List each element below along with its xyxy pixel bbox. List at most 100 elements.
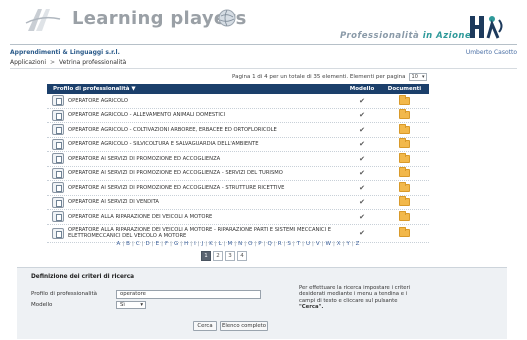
documents-cell	[380, 94, 429, 105]
alphabet-letter-o[interactable]: O	[248, 241, 252, 247]
alphabet-letter-d[interactable]: D	[146, 241, 150, 247]
alphabet-letter-u[interactable]: U	[306, 241, 310, 247]
documents-cell	[380, 210, 429, 221]
alphabet-separator: |	[292, 241, 295, 247]
profile-name[interactable]: OPERATORE AGRICOLO - COLTIVAZIONI ARBORE…	[68, 127, 344, 133]
profile-card-icon[interactable]	[52, 109, 64, 121]
page-button-2[interactable]: 2	[213, 251, 223, 261]
alphabet-letter-f[interactable]: F	[165, 241, 168, 247]
alphabet-letter-g[interactable]: G	[174, 241, 178, 247]
table-row[interactable]: OPERATORE ALLA RIPARAZIONE DEI VEICOLI A…	[47, 210, 429, 225]
model-check-icon: ✔	[359, 96, 365, 105]
profile-card-icon[interactable]	[52, 227, 64, 239]
alphabet-letter-m[interactable]: M	[228, 241, 233, 247]
alphabet-letter-b[interactable]: B	[126, 241, 130, 247]
alphabet-letter-h[interactable]: H	[184, 241, 188, 247]
documents-cell	[380, 227, 429, 237]
table-row[interactable]: OPERATORE AGRICOLO - ALLEVAMENTO ANIMALI…	[47, 109, 429, 123]
profile-name[interactable]: OPERATORE AI SERVIZI DI PROMOZIONE ED AC…	[68, 170, 344, 176]
folder-icon[interactable]	[399, 109, 410, 120]
profile-card-icon[interactable]	[52, 153, 64, 165]
table-row[interactable]: OPERATORE AI SERVIZI DI PROMOZIONE ED AC…	[47, 167, 429, 181]
alphabet-letter-z[interactable]: Z	[356, 241, 360, 247]
full-list-button[interactable]: Elenco completo	[220, 321, 268, 331]
alphabet-letter-s[interactable]: S	[287, 241, 291, 247]
profile-card-icon[interactable]	[52, 196, 64, 208]
pagination: 1234	[201, 251, 247, 261]
alphabet-letter-k[interactable]: K	[209, 241, 213, 247]
breadcrumb-separator: >	[50, 59, 56, 66]
profile-name[interactable]: OPERATORE AGRICOLO	[68, 98, 344, 104]
alphabet-separator: |	[131, 241, 134, 247]
alphabet-letter-r[interactable]: R	[278, 241, 282, 247]
table-row[interactable]: OPERATORE AGRICOLO ✔	[47, 94, 429, 109]
table-row[interactable]: OPERATORE AI SERVIZI DI VENDITA ✔	[47, 196, 429, 210]
folder-icon[interactable]	[399, 210, 410, 221]
per-page-select[interactable]: 10 ▾	[408, 73, 427, 81]
page-button-4[interactable]: 4	[237, 251, 247, 261]
alphabet-letter-a[interactable]: A	[117, 241, 121, 247]
profile-name[interactable]: OPERATORE AI SERVIZI DI VENDITA	[68, 199, 344, 205]
page-button-3[interactable]: 3	[225, 251, 235, 261]
folder-icon[interactable]	[399, 167, 410, 178]
alphabet-separator: |	[244, 241, 247, 247]
search-button[interactable]: Cerca	[193, 321, 217, 331]
folder-icon[interactable]	[399, 227, 410, 237]
folder-icon[interactable]	[399, 181, 410, 192]
table-row[interactable]: OPERATORE AI SERVIZI DI PROMOZIONE ED AC…	[47, 181, 429, 196]
alphabet-letter-v[interactable]: V	[316, 241, 320, 247]
profile-card-icon[interactable]	[52, 182, 64, 194]
alphabet-letter-w[interactable]: W	[325, 241, 330, 247]
column-header-model: Modello	[349, 86, 375, 92]
documents-cell	[380, 196, 429, 207]
profile-card-icon[interactable]	[52, 124, 64, 136]
alphabet-letter-n[interactable]: N	[238, 241, 242, 247]
model-check-icon: ✔	[359, 183, 365, 192]
model-check-icon: ✔	[359, 140, 365, 149]
alphabet-separator: |	[321, 241, 324, 247]
alphabet-letter-q[interactable]: Q	[267, 241, 271, 247]
alphabet-letter-i[interactable]: I	[194, 241, 196, 247]
alphabet-letter-y[interactable]: Y	[346, 241, 349, 247]
breadcrumb-applicazioni[interactable]: Applicazioni	[10, 59, 46, 66]
folder-icon[interactable]	[399, 152, 410, 163]
folder-icon[interactable]	[399, 123, 410, 134]
page-button-1[interactable]: 1	[201, 251, 211, 261]
profile-name[interactable]: OPERATORE AGRICOLO - ALLEVAMENTO ANIMALI…	[68, 112, 344, 118]
profile-name[interactable]: OPERATORE ALLA RIPARAZIONE DEI VEICOLI A…	[68, 214, 344, 220]
search-hint-text: Per effettuare la ricerca impostare i cr…	[299, 285, 411, 304]
profile-name[interactable]: OPERATORE AGRICOLO - SILVICOLTURA E SALV…	[68, 141, 344, 147]
profile-name[interactable]: OPERATORE ALLA RIPARAZIONE DEI VEICOLI A…	[68, 227, 344, 239]
alphabet-letter-j[interactable]: J	[202, 241, 204, 247]
documents-cell	[380, 181, 429, 192]
alphabet-letter-p[interactable]: P	[258, 241, 261, 247]
alphabet-separator: |	[161, 241, 163, 247]
documents-cell	[380, 152, 429, 163]
profile-card-icon[interactable]	[52, 95, 64, 107]
profile-label: Profilo di professionalità	[31, 291, 97, 297]
table-row[interactable]: OPERATORE AI SERVIZI DI PROMOZIONE ED AC…	[47, 152, 429, 167]
profile-input[interactable]: operatore	[116, 290, 261, 299]
alphabet-letter-e[interactable]: E	[156, 241, 159, 247]
breadcrumb-vetrina: Vetrina professionalità	[59, 59, 127, 66]
user-name-link[interactable]: Umberto Casotto	[466, 49, 517, 56]
profile-card-icon[interactable]	[52, 211, 64, 223]
search-hint: Per effettuare la ricerca impostare i cr…	[299, 285, 419, 311]
table-row[interactable]: OPERATORE AGRICOLO - COLTIVAZIONI ARBORE…	[47, 123, 429, 138]
model-select[interactable]: Sì ▾	[116, 301, 146, 309]
table-row[interactable]: OPERATORE AGRICOLO - SILVICOLTURA E SALV…	[47, 138, 429, 152]
alphabet-separator: |	[190, 241, 193, 247]
profile-card-icon[interactable]	[52, 167, 64, 179]
alphabet-letter-x[interactable]: X	[337, 241, 341, 247]
alphabet-letter-c[interactable]: C	[136, 241, 140, 247]
table-row[interactable]: OPERATORE ALLA RIPARAZIONE DEI VEICOLI A…	[47, 225, 429, 243]
column-header-profile[interactable]: Profilo di professionalità ▼	[47, 86, 344, 92]
profile-card-icon[interactable]	[52, 138, 64, 150]
folder-icon[interactable]	[399, 196, 410, 207]
profile-name[interactable]: OPERATORE AI SERVIZI DI PROMOZIONE ED AC…	[68, 156, 344, 162]
alphabet-letter-t[interactable]: T	[297, 241, 300, 247]
folder-icon[interactable]	[399, 138, 410, 149]
folder-icon[interactable]	[399, 94, 410, 105]
profile-name[interactable]: OPERATORE AI SERVIZI DI PROMOZIONE ED AC…	[68, 185, 344, 191]
alphabet-letter-l[interactable]: L	[219, 241, 222, 247]
